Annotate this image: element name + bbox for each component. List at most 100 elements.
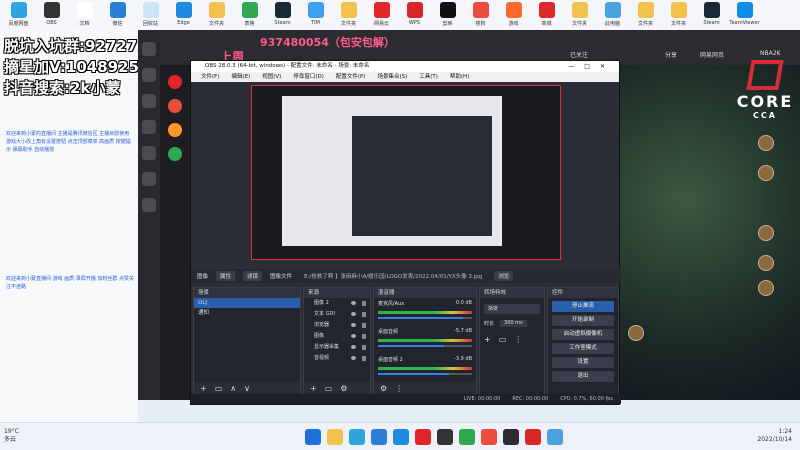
transition-type-select[interactable]: 渐变	[484, 304, 540, 314]
lock-icon[interactable]	[362, 323, 366, 328]
desktop-shortcut[interactable]: 百度网盘	[2, 0, 35, 30]
desktop-shortcut[interactable]: 游戏	[497, 0, 530, 30]
follow-icon[interactable]	[142, 68, 156, 82]
desktop-shortcut[interactable]: 文件夹	[662, 0, 695, 30]
taskbar-app-icon[interactable]	[393, 429, 409, 445]
desktop-shortcut[interactable]: 回收站	[134, 0, 167, 30]
lock-icon[interactable]	[362, 301, 366, 306]
menu-tools[interactable]: 工具(T)	[419, 72, 438, 82]
desktop-shortcut[interactable]: OBS	[35, 0, 68, 30]
desktop-shortcut[interactable]: Steam	[266, 0, 299, 30]
remove-scene-button[interactable]: ▭	[215, 384, 223, 393]
taskbar-app-icon[interactable]	[415, 429, 431, 445]
web-link[interactable]: 网易网页	[700, 50, 724, 59]
window-controls[interactable]: —□✕	[568, 61, 615, 72]
taskbar-app-icon[interactable]	[371, 429, 387, 445]
menu-scene-collection[interactable]: 场景集合(S)	[377, 72, 407, 82]
source-settings-icon[interactable]: ⚙	[340, 384, 347, 393]
settings-icon[interactable]	[142, 198, 156, 212]
duration-input[interactable]: 300 ms	[500, 320, 527, 327]
taskbar-app-icon[interactable]	[547, 429, 563, 445]
menu-file[interactable]: 文件(F)	[201, 72, 219, 82]
desktop-shortcut[interactable]: 此电脑	[596, 0, 629, 30]
source-item[interactable]: 浏览器	[304, 320, 370, 331]
menu-profile[interactable]: 配置文件(P)	[336, 72, 366, 82]
taskbar-app-icon[interactable]	[459, 429, 475, 445]
menu-view[interactable]: 视图(V)	[262, 72, 281, 82]
volume-fader[interactable]	[378, 345, 472, 347]
properties-button[interactable]: 属性	[216, 271, 236, 281]
taskbar-app-icon[interactable]	[327, 429, 343, 445]
source-item[interactable]: 图像 2	[304, 298, 370, 309]
wechat-icon[interactable]	[168, 147, 182, 161]
studio-mode-button[interactable]: 工作室模式	[552, 343, 614, 354]
menu-edit[interactable]: 编辑(E)	[231, 72, 250, 82]
start-recording-button[interactable]: 开始录制	[552, 315, 614, 326]
desktop-shortcut[interactable]: Edge	[167, 0, 200, 30]
visibility-eye-icon[interactable]	[351, 312, 356, 316]
volume-fader[interactable]	[378, 373, 472, 375]
source-item[interactable]: 音视频	[304, 353, 370, 364]
mixer-menu-icon[interactable]: ⋮	[395, 384, 403, 393]
lock-icon[interactable]	[362, 334, 366, 339]
visibility-eye-icon[interactable]	[351, 356, 356, 360]
desktop-shortcut[interactable]: TIM	[299, 0, 332, 30]
desktop-shortcut[interactable]: 微信	[101, 0, 134, 30]
browse-button[interactable]: 浏览	[494, 271, 514, 281]
desktop-shortcut[interactable]: 文件夹	[332, 0, 365, 30]
add-transition-button[interactable]: +	[484, 335, 491, 344]
home-icon[interactable]	[142, 42, 156, 56]
visibility-eye-icon[interactable]	[351, 323, 356, 327]
desktop-shortcut[interactable]: 剪映	[431, 0, 464, 30]
volume-fader[interactable]	[378, 317, 472, 319]
remove-source-button[interactable]: ▭	[325, 384, 333, 393]
history-icon[interactable]	[142, 172, 156, 186]
lock-icon[interactable]	[362, 312, 366, 317]
desktop-shortcut[interactable]: 网易云	[365, 0, 398, 30]
weibo-icon[interactable]	[168, 99, 182, 113]
menu-docks[interactable]: 停靠窗口(D)	[293, 72, 324, 82]
taskbar-app-icon[interactable]	[525, 429, 541, 445]
desktop-shortcut[interactable]: 商城	[530, 0, 563, 30]
virtual-camera-button[interactable]: 启动虚拟摄像机	[552, 329, 614, 340]
obs-preview-canvas[interactable]	[251, 85, 561, 260]
sogou-icon[interactable]	[168, 123, 182, 137]
remove-transition-button[interactable]: ▭	[499, 335, 507, 344]
netease-icon[interactable]	[168, 75, 182, 89]
lock-icon[interactable]	[362, 345, 366, 350]
desktop-shortcut[interactable]: 文件夹	[563, 0, 596, 30]
desktop-shortcut[interactable]: 搜狗	[464, 0, 497, 30]
taskbar-app-icon[interactable]	[481, 429, 497, 445]
desktop-shortcut[interactable]: 文件夹	[200, 0, 233, 30]
stop-streaming-button[interactable]: 停止推流	[552, 301, 614, 312]
source-item[interactable]: 文本 GDI	[304, 309, 370, 320]
desktop-shortcut[interactable]: TeamViewer	[728, 0, 761, 30]
add-scene-button[interactable]: +	[200, 384, 207, 393]
visibility-eye-icon[interactable]	[351, 345, 356, 349]
scene-down-button[interactable]: ∨	[244, 384, 250, 393]
taskbar-app-icon[interactable]	[503, 429, 519, 445]
transition-menu-icon[interactable]: ⋮	[514, 335, 522, 344]
source-item[interactable]: 显示器采集	[304, 342, 370, 353]
scene-up-button[interactable]: ∧	[230, 384, 236, 393]
visibility-eye-icon[interactable]	[351, 334, 356, 338]
desktop-shortcut[interactable]: 表格	[233, 0, 266, 30]
taskbar-app-icon[interactable]	[437, 429, 453, 445]
scene-item[interactable]: 通知	[194, 308, 300, 318]
taskbar-app-icon[interactable]	[305, 429, 321, 445]
source-item[interactable]: 图像	[304, 331, 370, 342]
desktop-shortcut[interactable]: 文件夹	[629, 0, 662, 30]
visibility-eye-icon[interactable]	[351, 301, 356, 305]
mixer-settings-icon[interactable]: ⚙	[380, 384, 387, 393]
desktop-shortcut[interactable]: Steam	[695, 0, 728, 30]
video-icon[interactable]	[142, 146, 156, 160]
image-file-path[interactable]: E:/抢救了啊 】张麻麻小A/暖乐园/LOGO发表/2022.04/01/YX头…	[300, 271, 486, 281]
desktop-shortcut[interactable]: WPS	[398, 0, 431, 30]
lock-icon[interactable]	[362, 356, 366, 361]
exit-button[interactable]: 退出	[552, 371, 614, 382]
menu-help[interactable]: 帮助(H)	[450, 72, 469, 82]
category-link[interactable]: NBA2K	[760, 50, 780, 57]
scene-item[interactable]: OLJ	[194, 298, 300, 308]
taskbar-app-icon[interactable]	[349, 429, 365, 445]
obs-titlebar[interactable]: OBS 28.0.3 (64-bit, windows) - 配置文件: 未命名…	[191, 61, 619, 72]
